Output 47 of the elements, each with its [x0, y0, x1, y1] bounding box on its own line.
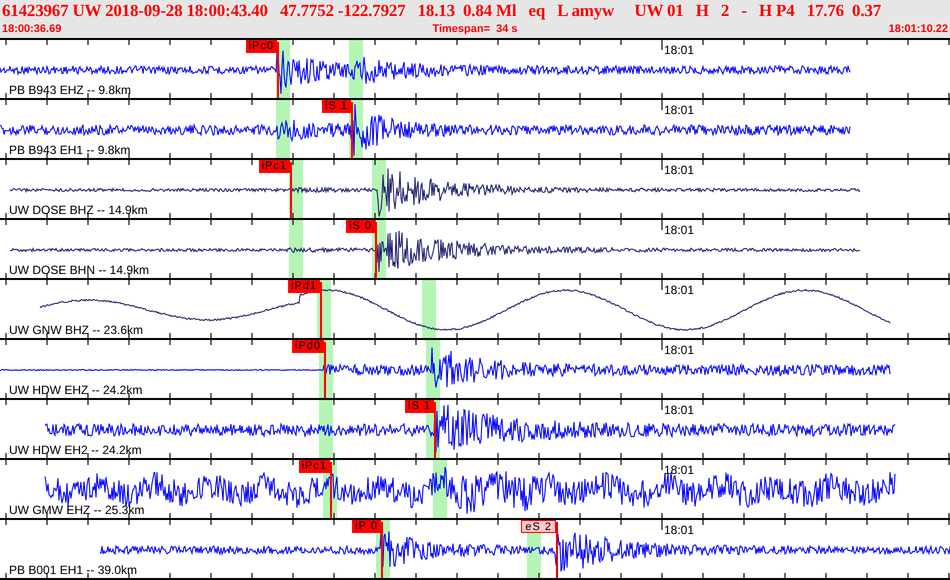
station-label: PB B943 EHZ -- 9.8km — [9, 83, 132, 97]
minute-label: 18:01 — [664, 283, 694, 297]
minute-label: 18:01 — [664, 43, 694, 57]
pick-marker-line — [330, 462, 332, 518]
minute-label: 18:01 — [664, 403, 694, 417]
pick-label[interactable]: iPd1 — [288, 280, 320, 293]
station-label: UW HDW EHZ -- 24.2km — [9, 383, 142, 397]
pick-label[interactable]: iPd0 — [292, 340, 324, 353]
start-time: 18:00:36.69 — [2, 22, 62, 36]
minute-label: 18:01 — [664, 223, 694, 237]
pick-marker-line — [375, 222, 377, 278]
station-label: UW GNW BHZ -- 23.6km — [9, 323, 143, 337]
end-time: 18:01:10.22 — [888, 22, 948, 36]
pick-label[interactable]: iP 0 — [352, 520, 381, 533]
pick-marker-line — [324, 342, 326, 398]
station-label: PB B001 EH1 -- 39.0km — [9, 563, 138, 577]
pick-marker-line — [556, 522, 558, 578]
station-label: UW HDW EH2 -- 24.2km — [9, 443, 142, 457]
station-label: UW GMW EHZ -- 25.3km — [9, 503, 144, 517]
pick-marker-line — [320, 282, 322, 338]
minute-label: 18:01 — [664, 343, 694, 357]
pick-marker-line — [381, 522, 383, 578]
station-label: UW DOSE BHN -- 14.9km — [9, 263, 150, 277]
pick-label[interactable]: iS 0 — [346, 220, 375, 233]
pick-label[interactable]: iPc1 — [258, 160, 290, 173]
pick-window — [422, 280, 436, 338]
pick-window — [289, 220, 303, 278]
pick-marker-line — [290, 162, 292, 218]
minute-label: 18:01 — [664, 523, 694, 537]
event-summary: 61423967 UW 2018-09-28 18:00:43.40 47.7752 -122.7927 18.13 0.84 Ml eq L amyw UW 01 H 2 - H P4 17.76 0.37 — [2, 0, 882, 22]
minute-label: 18:01 — [664, 463, 694, 477]
timespan-label: Timespan= 34 s — [432, 22, 518, 36]
pick-window — [349, 40, 363, 98]
pick-label[interactable]: iPc0 — [246, 40, 277, 53]
pick-window — [319, 400, 333, 458]
pick-marker-line — [434, 402, 436, 458]
station-label: PB B943 EH1 -- 9.8km — [9, 143, 130, 157]
pick-label[interactable]: iPc1 — [298, 460, 330, 473]
pick-label[interactable]: iS 1 — [405, 400, 434, 413]
pick-window — [276, 100, 290, 158]
pick-label[interactable]: iS 1 — [322, 100, 351, 113]
pick-marker-line — [351, 102, 353, 158]
pick-marker-line — [277, 42, 279, 98]
minute-label: 18:01 — [664, 103, 694, 117]
pick-label[interactable]: eS 2 — [521, 520, 556, 533]
station-label: UW DOSE BHZ -- 14.9km — [9, 203, 148, 217]
minute-label: 18:01 — [664, 163, 694, 177]
